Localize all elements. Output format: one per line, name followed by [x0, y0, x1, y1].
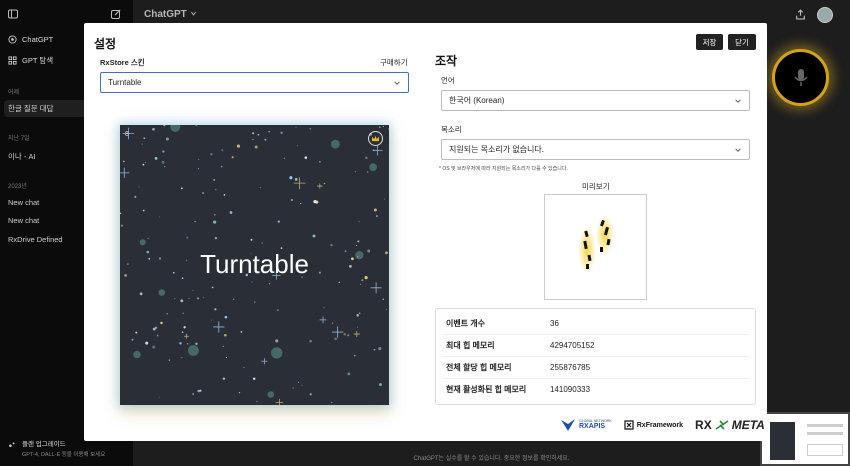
- skin-preview-card: 8 Turntable: [120, 125, 389, 405]
- stat-label: 이벤트 개수: [446, 318, 486, 328]
- stat-label: 전체 할당 힙 메모리: [446, 362, 512, 372]
- rxapis-logo: GLOBAL NETWORK RXAPIS: [560, 418, 612, 432]
- sidebar-toggle-icon[interactable]: [8, 9, 18, 19]
- voice-button[interactable]: [772, 49, 829, 106]
- chat-item[interactable]: New chat: [8, 198, 39, 207]
- chat-item[interactable]: RxDrive Defined: [8, 235, 63, 244]
- chevron-down-icon: [735, 148, 741, 152]
- skin-number: 8: [125, 131, 129, 138]
- skin-select[interactable]: Turntable: [100, 72, 409, 93]
- model-selector[interactable]: ChatGPT: [144, 9, 197, 20]
- sparkle-icon: [9, 442, 15, 448]
- voice-note: * OS 및 브라우저에 따라 지원되는 목소리가 다를 수 있습니다.: [439, 166, 568, 172]
- chevron-down-icon: [190, 11, 196, 16]
- stat-label: 현재 활성화된 힙 메모리: [446, 384, 527, 394]
- footer-note: ChatGPT는 실수를 할 수 있습니다. 중요한 정보를 확인하세요.: [413, 456, 570, 462]
- stats-panel: 이벤트 개수 36 최대 힙 메모리 4294705152 전체 할당 힙 메모…: [435, 308, 756, 405]
- save-button[interactable]: 저장: [696, 34, 723, 50]
- sidebar-item-label: ChatGPT: [22, 35, 54, 44]
- rxframework-text: RxFramework: [636, 421, 684, 429]
- stat-row: 최대 힙 메모리 4294705152: [446, 335, 745, 355]
- close-button[interactable]: 닫기: [728, 34, 756, 50]
- avatar[interactable]: [817, 7, 833, 23]
- stat-value: 141090333: [550, 384, 591, 394]
- chatgpt-logo-icon: [8, 35, 17, 44]
- section-title: 2023년: [8, 184, 27, 190]
- stat-label: 최대 힙 메모리: [446, 340, 495, 350]
- stat-row: 전체 할당 힙 메모리 255876785: [446, 357, 745, 377]
- voice-label: 목소리: [441, 125, 462, 134]
- controls-title: 조작: [435, 54, 458, 68]
- grid-icon: [8, 56, 17, 65]
- voice-select[interactable]: 지원되는 목소리가 없습니다.: [441, 139, 750, 160]
- section-title: 지난 7일: [8, 136, 30, 142]
- stat-value: 4294705152: [550, 340, 595, 350]
- preview-label: 미리보기: [582, 182, 610, 191]
- rxapis-text: RXAPIS: [579, 423, 606, 431]
- settings-modal: 설정 저장 닫기 RxStore 스킨 구매하기 Turntable 8 Tur…: [84, 23, 767, 441]
- chevron-down-icon: [394, 81, 400, 85]
- buy-link[interactable]: 구매하기: [380, 57, 408, 68]
- stat-value: 255876785: [550, 362, 591, 372]
- modal-title: 설정: [94, 37, 117, 51]
- meta-text: META: [731, 418, 765, 432]
- skin-name: Turntable: [200, 249, 309, 279]
- preview-box: [544, 194, 647, 300]
- crown-icon: [368, 131, 383, 146]
- language-select-value: 한국어 (Korean): [449, 96, 505, 105]
- sidebar-item-gpt-explore[interactable]: GPT 탐색: [8, 55, 53, 66]
- rx-meta-logo: RX META: [695, 418, 765, 432]
- rx-meta-mark-icon: [715, 420, 729, 430]
- edit-icon[interactable]: [111, 9, 121, 19]
- rx-text: RX: [695, 418, 712, 432]
- chat-item[interactable]: 이나 - AI: [8, 151, 36, 162]
- stat-row: 이벤트 개수 36: [446, 313, 745, 333]
- preview-visualizer: [578, 215, 614, 274]
- sponsor-logos: GLOBAL NETWORK RXAPIS RxFramework RX MET…: [560, 415, 765, 435]
- microphone-icon: [793, 68, 808, 86]
- section-title: 어제: [8, 90, 20, 96]
- stat-value: 36: [550, 318, 559, 328]
- rxframework-icon: [624, 420, 634, 430]
- rxframework-logo: RxFramework: [624, 420, 683, 430]
- window-thumbnail[interactable]: [760, 412, 850, 466]
- chevron-down-icon: [735, 99, 741, 103]
- stat-row: 현재 활성화된 힙 메모리 141090333: [446, 379, 745, 399]
- skin-label: RxStore 스킨: [100, 58, 145, 67]
- voice-select-value: 지원되는 목소리가 없습니다.: [449, 145, 544, 154]
- app-title: ChatGPT: [144, 9, 187, 20]
- share-icon[interactable]: [795, 9, 806, 20]
- eagle-icon: [561, 419, 575, 431]
- sidebar-item-chatgpt[interactable]: ChatGPT: [8, 35, 53, 44]
- language-label: 언어: [441, 76, 455, 85]
- language-select[interactable]: 한국어 (Korean): [441, 90, 750, 111]
- skin-select-value: Turntable: [108, 78, 142, 87]
- chat-item[interactable]: New chat: [8, 216, 39, 225]
- sidebar-item-label: GPT 탐색: [22, 56, 54, 65]
